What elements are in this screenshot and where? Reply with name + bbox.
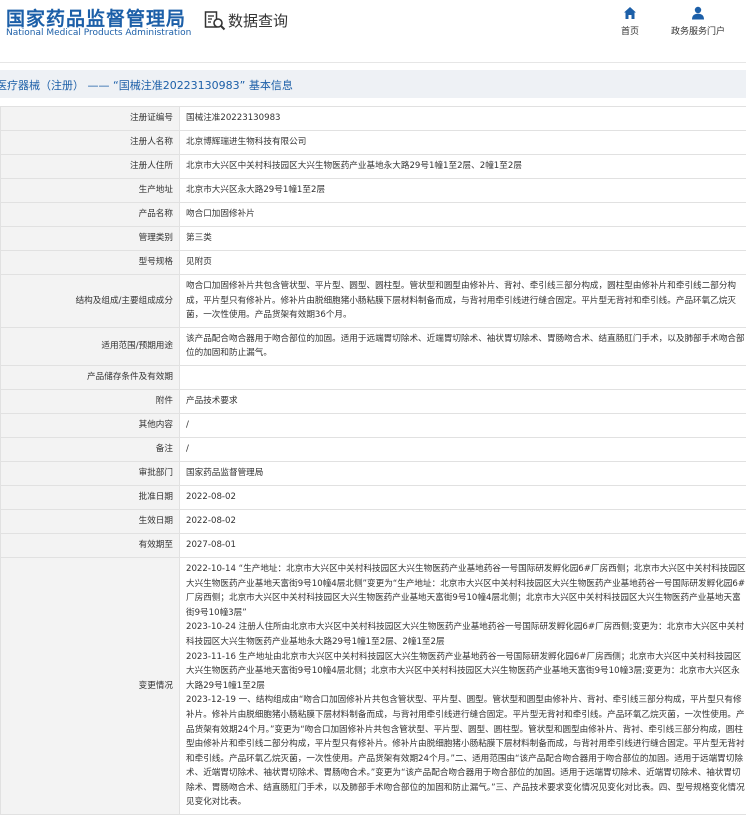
nav-portal-link[interactable]: 政务服务门户 [664,6,732,37]
breadcrumb-bar: 医疗器械（注册） —— “国械注准20223130983” 基本信息 [0,70,746,98]
field-label: 注册证编号 [0,106,180,131]
field-value [179,364,746,390]
site-header: 国家药品监督管理局 National Medical Products Admi… [0,0,746,60]
table-row: 生效日期 2022-08-02 [0,508,746,534]
table-row: 产品名称 吻合口加固修补片 [0,202,746,227]
field-value: 北京博辉瑞进生物科技有限公司 [179,130,746,155]
field-label: 型号规格 [0,250,180,275]
change-entry: 2023-10-24 注册人住所由北京市大兴区中关村科技园区大兴生物医药产业基地… [186,622,745,647]
field-label: 备注 [0,436,180,462]
change-entry: 2022-10-14 “生产地址：北京市大兴区中关村科技园区大兴生物医药产业基地… [186,563,746,618]
field-value: 北京市大兴区中关村科技园区大兴生物医药产业基地永大路29号1幢1至2层、2幢1至… [179,154,746,179]
field-label: 批准日期 [0,484,180,510]
table-row: 附件 产品技术要求 [0,388,746,414]
user-icon [692,6,704,20]
section-title: 数据查询 [228,12,289,30]
field-label: 其他内容 [0,412,180,438]
field-value: 第三类 [179,226,746,251]
detail-table: 注册证编号 国械注准20223130983 注册人名称 北京博辉瑞进生物科技有限公司注… [0,106,746,816]
table-row: 有效期至 2027-08-01 [0,532,746,558]
search-document-icon [204,11,226,31]
field-label: 生效日期 [0,508,180,534]
field-value: 产品技术要求 [179,388,746,414]
table-row: 管理类别 第三类 [0,226,746,251]
field-label: 注册人住所 [0,154,180,179]
field-value: 见附页 [179,250,746,275]
table-row: 型号规格 见附页 [0,250,746,275]
table-row-changes: 变更情况 2022-10-14 “生产地址：北京市大兴区中关村科技园区大兴生物医药… [0,556,746,816]
field-value: 北京市大兴区永大路29号1幢1至2层 [179,178,746,203]
field-value: 该产品配合吻合器用于吻合部位的加固。适用于远端胃切除术、近端胃切除术、袖状胃切除… [179,326,746,366]
field-label: 产品名称 [0,202,180,227]
field-label: 结构及组成/主要组成成分 [0,274,180,328]
field-label: 附件 [0,388,180,414]
home-icon [624,7,636,19]
table-row: 适用范围/预期用途 该产品配合吻合器用于吻合部位的加固。适用于远端胃切除术、近端胃… [0,326,746,366]
change-history: 2022-10-14 “生产地址：北京市大兴区中关村科技园区大兴生物医药产业基地… [179,556,746,816]
breadcrumb: 医疗器械（注册） —— “国械注准20223130983” 基本信息 [0,79,293,92]
field-label: 适用范围/预期用途 [0,326,180,366]
field-label: 管理类别 [0,226,180,251]
nav-home-label: 首页 [620,27,639,37]
site-logo-subtitle: National Medical Products Administration [6,28,192,38]
table-row: 注册人住所 北京市大兴区中关村科技园区大兴生物医药产业基地永大路29号1幢1至2层… [0,154,746,179]
table-row: 备注 / [0,436,746,462]
field-label: 有效期至 [0,532,180,558]
field-label: 注册人名称 [0,130,180,155]
change-entry: 2023-11-16 生产地址由北京市大兴区中关村科技园区大兴生物医药产业基地药… [186,651,742,691]
field-value: 吻合口加固修补片 [179,202,746,227]
header-divider [0,62,746,63]
field-value: 2022-08-02 [179,508,746,534]
field-value: 国家药品监督管理局 [179,460,746,486]
field-value: / [179,412,746,438]
table-row: 结构及组成/主要组成成分 吻合口加固修补片共包含管状型、平片型、圆型、圆柱型。管状… [0,274,746,328]
field-label: 产品储存条件及有效期 [0,364,180,390]
field-label: 审批部门 [0,460,180,486]
table-row: 产品储存条件及有效期 [0,364,746,390]
field-value: 2022-08-02 [179,484,746,510]
field-label: 生产地址 [0,178,180,203]
table-row: 其他内容 / [0,412,746,438]
table-row: 注册人名称 北京博辉瑞进生物科技有限公司 [0,130,746,155]
field-value: / [179,436,746,462]
change-entry: 2023-12-19 一、结构组成由“吻合口加固修补片共包含管状型、平片型、圆型… [186,695,745,808]
table-row: 生产地址 北京市大兴区永大路29号1幢1至2层 [0,178,746,203]
table-row: 批准日期 2022-08-02 [0,484,746,510]
site-logo-title[interactable]: 国家药品监督管理局 [6,4,186,31]
field-value: 吻合口加固修补片共包含管状型、平片型、圆型、圆柱型。管状型和圆型由修补片、背衬、… [179,274,746,328]
nav-home-link[interactable]: 首页 [614,6,646,37]
table-row: 注册证编号 国械注准20223130983 [0,106,746,131]
nav-portal-label: 政务服务门户 [670,27,725,37]
field-label: 变更情况 [0,556,180,816]
field-value: 国械注准20223130983 [179,106,746,131]
field-value: 2027-08-01 [179,532,746,558]
table-row: 审批部门 国家药品监督管理局 [0,460,746,486]
